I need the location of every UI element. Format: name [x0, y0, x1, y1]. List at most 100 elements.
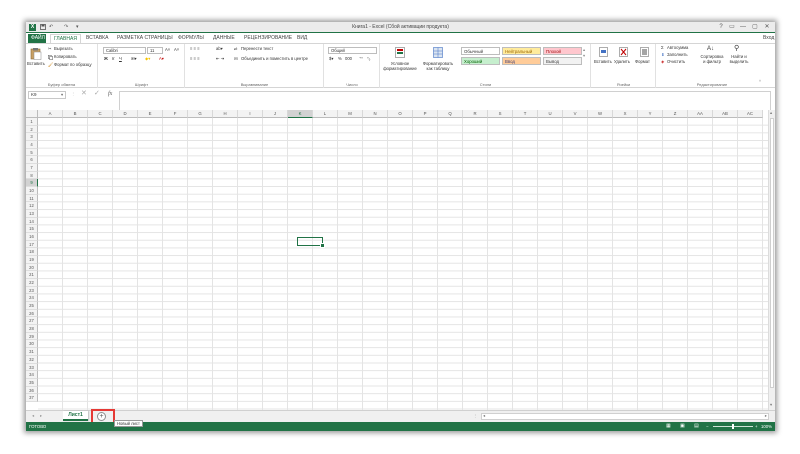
conditional-format-icon[interactable]	[395, 47, 405, 58]
zoom-out-icon[interactable]: −	[706, 422, 709, 431]
row-header[interactable]: 37	[26, 394, 38, 402]
row-header[interactable]: 4	[26, 141, 38, 149]
font-color-icon[interactable]: A▾	[159, 56, 164, 62]
column-header[interactable]: C	[88, 110, 113, 118]
cancel-icon[interactable]: ✕	[81, 90, 87, 97]
row-header[interactable]: 16	[26, 233, 38, 241]
merge-icon[interactable]: ⊟	[234, 56, 238, 62]
restore-button[interactable]: ▢	[750, 23, 760, 32]
tab-page-layout[interactable]: РАЗМЕТКА СТРАНИЦЫ	[114, 34, 176, 43]
row-header[interactable]: 25	[26, 302, 38, 310]
page-layout-view-icon[interactable]: ▣	[680, 422, 685, 431]
row-header[interactable]: 13	[26, 210, 38, 218]
row-header[interactable]: 8	[26, 171, 38, 180]
column-header[interactable]: F	[163, 110, 188, 118]
row-header[interactable]: 30	[26, 340, 38, 349]
zoom-in-icon[interactable]: +	[755, 422, 758, 431]
row-header[interactable]: 34	[26, 371, 38, 379]
autosum-icon[interactable]: Σ	[661, 45, 664, 51]
row-header[interactable]: 23	[26, 286, 38, 295]
zoom-level[interactable]: 100%	[761, 422, 772, 431]
clear-button[interactable]: Очистить	[667, 59, 685, 65]
format-as-table-button[interactable]: Форматировать как таблицу	[421, 61, 455, 71]
format-painter-icon[interactable]: 🖌	[48, 62, 53, 68]
column-header[interactable]: W	[588, 110, 613, 118]
column-header[interactable]: R	[463, 110, 488, 118]
vertical-scrollbar[interactable]: ▴ ▾	[768, 110, 775, 412]
column-header[interactable]: Y	[638, 110, 663, 118]
formula-input[interactable]	[119, 91, 771, 111]
column-header[interactable]: J	[263, 110, 288, 118]
delete-cells-icon[interactable]	[619, 47, 628, 57]
bold-button[interactable]: Ж	[104, 56, 108, 62]
tab-home[interactable]: ГЛАВНАЯ	[50, 34, 81, 43]
sheet-tab[interactable]: Лист1	[63, 411, 88, 421]
next-sheet-icon[interactable]: ▸	[40, 413, 42, 419]
wrap-text-icon[interactable]: ⇌	[234, 46, 238, 52]
help-icon[interactable]: ?	[716, 23, 726, 32]
worksheet-grid[interactable]: A B C D E F G H I J K L M N O P Q R S T U V W X Y Z AA AB AC 1234567…	[26, 110, 768, 410]
row-header[interactable]: 2	[26, 125, 38, 134]
styles-more-icon[interactable]: ▴ ▾	[583, 47, 585, 59]
column-header[interactable]: E	[138, 110, 163, 118]
fill-color-icon[interactable]: ◆▾	[145, 56, 150, 62]
column-header[interactable]: AC	[738, 110, 763, 118]
column-header[interactable]: B	[63, 110, 88, 118]
percent-button[interactable]: %	[338, 56, 342, 62]
row-header[interactable]: 15	[26, 225, 38, 234]
eraser-icon[interactable]: ◈	[661, 59, 664, 65]
sort-filter-icon[interactable]: A↓	[707, 46, 714, 52]
scroll-right-icon[interactable]: ▸	[765, 413, 767, 419]
tab-data[interactable]: ДАННЫЕ	[210, 34, 238, 43]
tab-review[interactable]: РЕЦЕНЗИРОВАНИЕ	[241, 34, 295, 43]
row-header[interactable]: 12	[26, 202, 38, 211]
row-header[interactable]: 11	[26, 194, 38, 203]
minimize-button[interactable]: —	[738, 23, 748, 32]
row-header[interactable]: 17	[26, 240, 38, 249]
currency-icon[interactable]: $▾	[329, 56, 333, 62]
format-cells-icon[interactable]	[640, 47, 649, 57]
column-header[interactable]: A	[38, 110, 63, 118]
row-header[interactable]: 6	[26, 156, 38, 165]
row-header[interactable]: 32	[26, 355, 38, 364]
tab-insert[interactable]: ВСТАВКА	[83, 34, 111, 43]
style-bad[interactable]: Плохой	[543, 47, 582, 55]
close-button[interactable]: ✕	[762, 23, 772, 32]
format-as-table-icon[interactable]	[433, 47, 443, 58]
merge-center-button[interactable]: Объединить и поместить в центре	[241, 56, 308, 62]
zoom-slider-thumb[interactable]	[732, 424, 734, 429]
tab-view[interactable]: ВИД	[294, 34, 310, 43]
borders-icon[interactable]: ⊞▾	[131, 56, 137, 62]
row-header[interactable]: 14	[26, 217, 38, 226]
tab-formulas[interactable]: ФОРМУЛЫ	[175, 34, 207, 43]
sort-filter-button[interactable]: Сортировка и фильтр	[699, 54, 725, 64]
row-header[interactable]: 22	[26, 279, 38, 287]
column-header[interactable]: U	[538, 110, 563, 118]
tab-file[interactable]: ФАЙЛ	[28, 34, 46, 43]
conditional-format-button[interactable]: Условное форматирование	[383, 61, 417, 71]
copy-button[interactable]: Копировать	[54, 54, 77, 60]
namebox-dropdown-icon[interactable]: ▾	[61, 92, 63, 98]
row-header[interactable]: 19	[26, 256, 38, 264]
row-header[interactable]: 35	[26, 378, 38, 387]
column-header[interactable]: K	[288, 110, 313, 118]
ribbon-display-icon[interactable]: ▭	[727, 23, 737, 32]
page-break-view-icon[interactable]: ▤	[694, 422, 699, 431]
active-cell[interactable]	[297, 237, 325, 248]
paste-button[interactable]: Вставить	[27, 61, 45, 67]
sign-in-link[interactable]: Вход	[760, 34, 775, 43]
column-header[interactable]: N	[363, 110, 388, 118]
style-good[interactable]: Хороший	[461, 57, 500, 65]
add-sheet-button[interactable]: +	[97, 412, 106, 421]
column-header[interactable]: Z	[663, 110, 688, 118]
row-header[interactable]: 5	[26, 148, 38, 157]
align-left-icon[interactable]: ≡ ≡ ≡	[190, 56, 200, 62]
row-header[interactable]: 33	[26, 363, 38, 372]
delete-cells-button[interactable]: Удалить	[614, 59, 630, 65]
column-header[interactable]: O	[388, 110, 413, 118]
normal-view-icon[interactable]: ▦	[666, 422, 671, 431]
row-header[interactable]: 27	[26, 317, 38, 326]
format-painter-button[interactable]: Формат по образцу	[54, 62, 92, 68]
fill-icon[interactable]: ⬇	[661, 52, 665, 58]
prev-sheet-icon[interactable]: ◂	[32, 413, 34, 419]
